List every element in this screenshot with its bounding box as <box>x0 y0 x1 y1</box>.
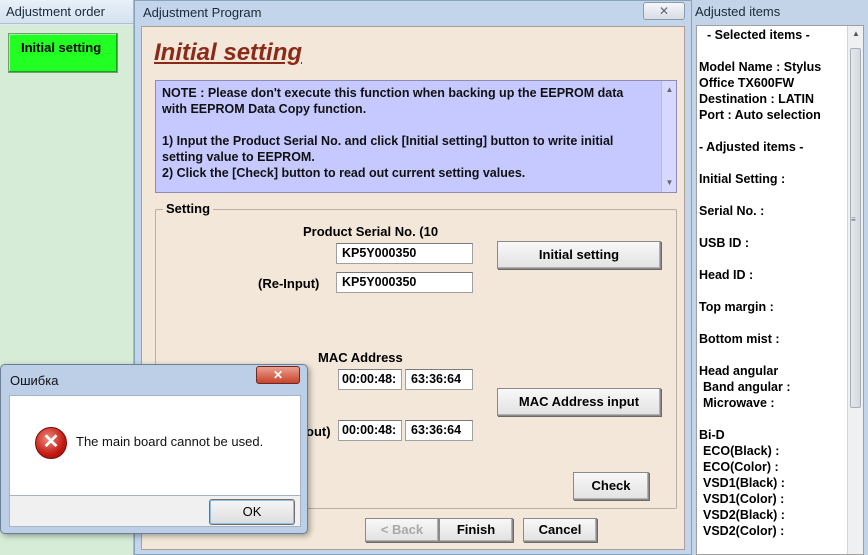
dialog-title: Ошибка <box>10 373 59 388</box>
list-item: Initial Setting : <box>699 172 786 186</box>
list-item: Model Name : Stylus <box>699 60 822 74</box>
adjusted-items-panel: Adjusted items - Selected items - Model … <box>692 0 868 555</box>
mac-reinput-prefix-field[interactable]: 00:00:48: <box>338 420 402 441</box>
mac-suffix-input[interactable]: 63:36:64 <box>405 369 473 390</box>
note-line: with EEPROM Data Copy function. <box>162 102 367 116</box>
list-item: Office TX600FW <box>699 76 795 90</box>
list-item: Head angular <box>699 364 779 378</box>
list-item: Serial No. : <box>699 204 765 218</box>
list-item: ECO(Color) : <box>703 460 779 474</box>
page-title: Initial setting <box>154 39 303 66</box>
scrollbar-thumb[interactable] <box>850 48 861 408</box>
list-item: Port : Auto selection <box>699 108 821 122</box>
initial-setting-button[interactable]: Initial setting <box>497 241 661 269</box>
adjusted-items-scrollbar[interactable]: ▲ ≡ <box>847 26 863 554</box>
list-item: VSD2(Black) : <box>703 508 785 522</box>
mac-reinput-label: out) <box>306 424 331 439</box>
list-item: - Selected items - <box>707 28 810 42</box>
dialog-footer: OK <box>9 496 301 527</box>
note-line: 2) Click the [Check] button to read out … <box>162 166 526 180</box>
setting-group-label: Setting <box>163 201 214 216</box>
cancel-button[interactable]: Cancel <box>523 518 597 542</box>
grip-icon: ≡ <box>851 215 856 224</box>
check-button[interactable]: Check <box>573 472 649 500</box>
window-close-button[interactable]: ✕ <box>643 2 685 20</box>
adjustment-order-title: Adjustment order <box>0 0 133 24</box>
mac-address-label: MAC Address <box>318 350 403 365</box>
adjusted-items-list[interactable]: - Selected items - Model Name : Stylus O… <box>696 25 864 555</box>
reinput-label: (Re-Input) <box>258 276 320 291</box>
scroll-up-icon[interactable]: ▲ <box>662 82 677 98</box>
note-scrollbar[interactable]: ▲ ▼ <box>661 81 676 192</box>
list-item: - Adjusted items - <box>699 140 804 154</box>
list-item: Microwave : <box>703 396 775 410</box>
list-item: Destination : LATIN <box>699 92 815 106</box>
list-item: Bi-D <box>699 428 725 442</box>
note-textbox[interactable]: NOTE : Please don't execute this functio… <box>155 80 677 193</box>
note-line: setting value to EEPROM. <box>162 150 315 164</box>
error-icon: ✕ <box>35 427 67 459</box>
list-item: Head ID : <box>699 268 754 282</box>
scroll-down-icon[interactable]: ▼ <box>662 175 677 191</box>
list-item: Top margin : <box>699 300 774 314</box>
list-item: USB ID : <box>699 236 749 250</box>
adjusted-items-title: Adjusted items <box>695 4 781 19</box>
list-item: VSD1(Color) : <box>703 492 785 506</box>
mac-reinput-suffix-input[interactable]: 63:36:64 <box>405 420 473 441</box>
note-line: 1) Input the Product Serial No. and clic… <box>162 134 614 148</box>
window-title: Adjustment Program <box>143 5 262 20</box>
note-line: NOTE : Please don't execute this functio… <box>162 86 624 100</box>
scroll-up-icon[interactable]: ▲ <box>848 29 863 38</box>
finish-button[interactable]: Finish <box>439 518 513 542</box>
list-item: VSD1(Black) : <box>703 476 785 490</box>
error-message: The main board cannot be used. <box>76 434 264 449</box>
mac-address-input-button[interactable]: MAC Address input <box>497 388 661 416</box>
list-item: ECO(Black) : <box>703 444 780 458</box>
dialog-body: ✕ The main board cannot be used. <box>9 395 301 496</box>
list-item: VSD2(Color) : <box>703 524 785 538</box>
list-item: Bottom mist : <box>699 332 780 346</box>
product-serial-label: Product Serial No. (10 <box>303 224 439 239</box>
mac-prefix-field[interactable]: 00:00:48: <box>338 369 402 390</box>
product-serial-input[interactable]: KP5Y000350 <box>336 243 473 264</box>
product-serial-reinput[interactable]: KP5Y000350 <box>336 272 473 293</box>
ok-button[interactable]: OK <box>209 499 295 525</box>
list-item: Band angular : <box>703 380 791 394</box>
back-button[interactable]: < Back <box>365 518 439 542</box>
order-item-initial-setting[interactable]: Initial setting <box>8 33 118 73</box>
dialog-close-button[interactable]: ✕ <box>256 366 300 384</box>
error-dialog: Ошибка ✕ ✕ The main board cannot be used… <box>0 364 308 534</box>
